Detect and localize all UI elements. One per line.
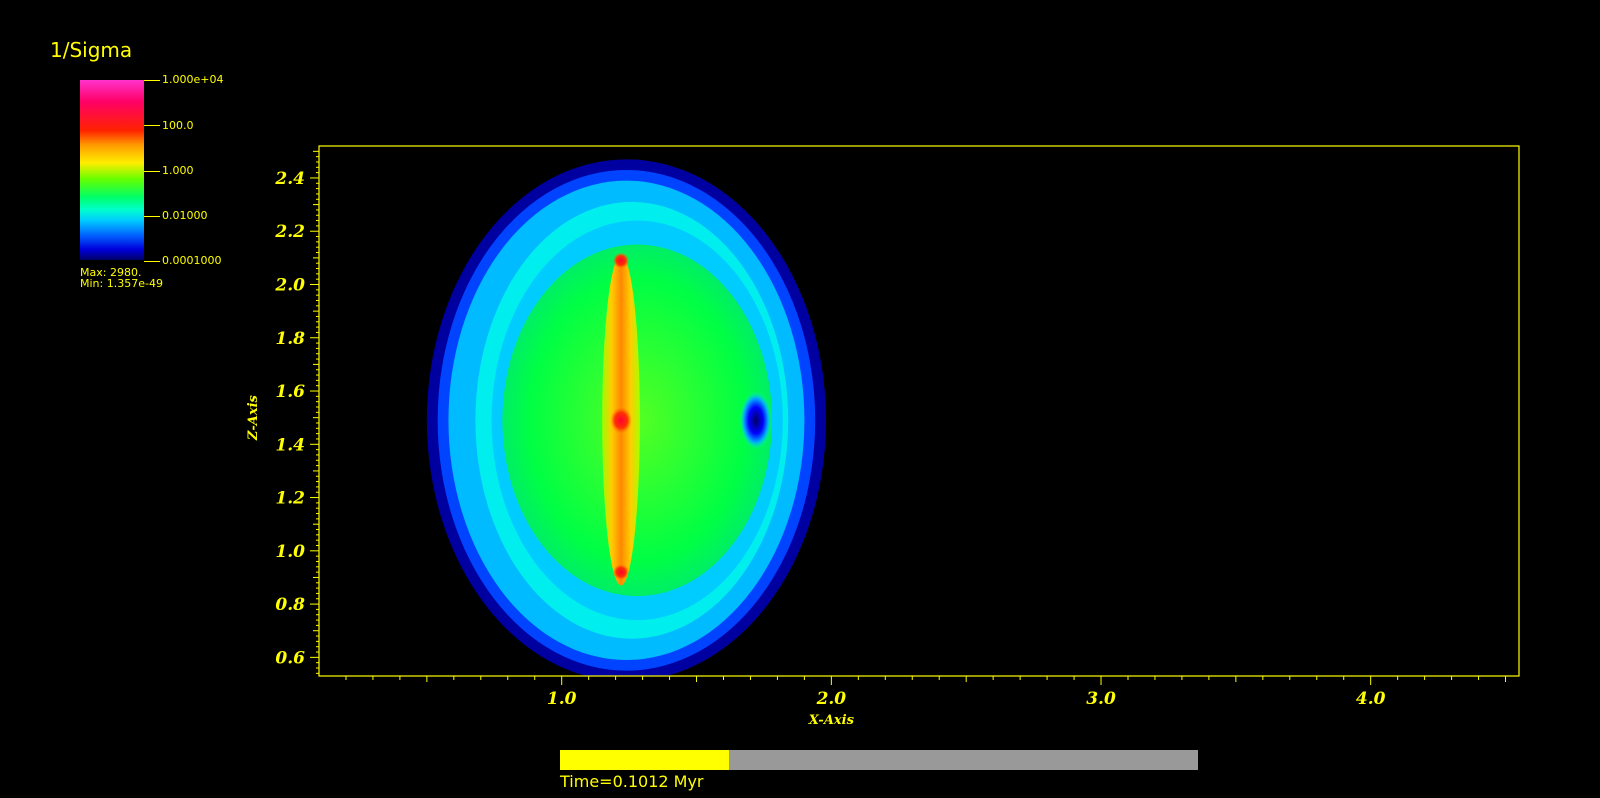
y-tick-label: 1.8 — [275, 329, 305, 349]
y-axis-label: Z-Axis — [246, 394, 261, 441]
y-tick-label: 1.6 — [275, 382, 305, 402]
y-tick-label: 1.0 — [275, 542, 305, 562]
time-progress-fill — [560, 750, 730, 770]
y-tick-label: 1.4 — [275, 435, 305, 455]
y-tick-label: 0.8 — [275, 595, 305, 615]
y-tick-label: 2.0 — [274, 275, 305, 295]
x-tick-label: 1.0 — [547, 689, 577, 709]
density-peak — [610, 407, 632, 434]
x-axis-label: X-Axis — [808, 713, 855, 728]
density-peak — [612, 564, 630, 581]
y-tick-label: 2.4 — [274, 169, 305, 189]
low-density-spot — [739, 391, 773, 450]
plot-area: 1.0 2.0 3.0 4.0 X-Axis 0.6 0.8 1.0 1.2 1.4 1.6 1.8… — [246, 145, 1520, 728]
x-tick-label: 4.0 — [1356, 689, 1386, 709]
x-tick-label: 3.0 — [1086, 689, 1116, 709]
y-tick-label: 2.2 — [274, 222, 305, 242]
density-peak — [612, 252, 630, 269]
time-progress-bar — [560, 750, 1198, 770]
density-field — [426, 159, 826, 676]
x-tick-label: 2.0 — [816, 689, 847, 709]
y-tick-label: 1.2 — [275, 489, 305, 509]
y-tick-label: 0.6 — [275, 648, 305, 668]
time-label: Time=0.1012 Myr — [560, 772, 704, 791]
